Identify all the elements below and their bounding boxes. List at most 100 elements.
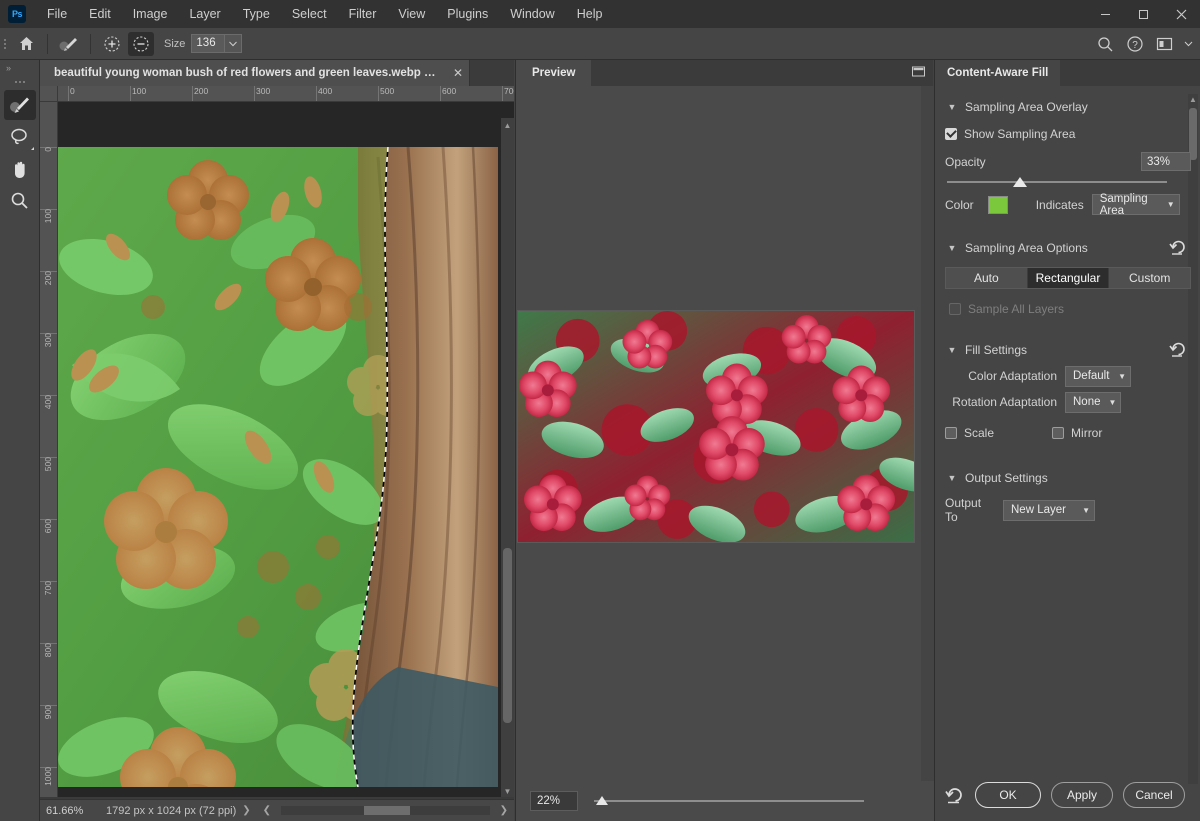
ruler-tick: 300 — [254, 86, 270, 101]
scrollbar-thumb[interactable] — [364, 806, 411, 815]
maximize-icon[interactable] — [1124, 0, 1162, 28]
sampling-mode-custom[interactable]: Custom — [1109, 268, 1191, 288]
opacity-slider[interactable] — [947, 175, 1167, 189]
chevron-down-icon[interactable]: ▼ — [945, 473, 959, 483]
vertical-ruler[interactable]: 0 100 200 300 400 500 600 700 800 900 1000 — [40, 102, 58, 797]
close-icon[interactable]: ✕ — [453, 67, 463, 79]
search-icon[interactable] — [1090, 28, 1120, 60]
workspace-switcher-icon[interactable] — [1150, 28, 1180, 60]
sampling-mode-rectangular[interactable]: Rectangular — [1027, 268, 1110, 288]
section-sampling-area-options[interactable]: ▼ Sampling Area Options — [945, 235, 1191, 261]
brush-size-dropdown-icon[interactable] — [225, 34, 243, 53]
apply-button[interactable]: Apply — [1051, 782, 1113, 808]
cancel-button[interactable]: Cancel — [1123, 782, 1185, 808]
preview-zoom-slider[interactable] — [594, 794, 864, 808]
reset-icon[interactable] — [1169, 341, 1187, 360]
subtract-from-selection-icon[interactable] — [128, 31, 154, 56]
show-sampling-area-row[interactable]: Show Sampling Area — [945, 122, 1191, 146]
menu-file[interactable]: File — [36, 0, 78, 28]
reset-icon[interactable] — [1169, 239, 1187, 258]
options-bar-grip[interactable] — [0, 28, 10, 60]
reset-icon[interactable] — [945, 786, 965, 804]
ruler-tick: 200 — [40, 271, 57, 287]
menu-edit[interactable]: Edit — [78, 0, 122, 28]
hand-tool[interactable] — [4, 154, 36, 184]
sampling-mode-auto[interactable]: Auto — [946, 268, 1028, 288]
zoom-level[interactable]: 61.66% — [40, 805, 102, 817]
ruler-tick: 0 — [68, 86, 75, 101]
slider-knob[interactable] — [596, 796, 608, 805]
chevron-down-icon[interactable]: ▼ — [945, 345, 959, 355]
menu-bar: File Edit Image Layer Type Select Filter… — [36, 0, 613, 28]
scroll-left-icon[interactable]: ❮ — [257, 805, 277, 816]
brush-preset-icon[interactable] — [53, 28, 85, 60]
document-tab[interactable]: beautiful young woman bush of red flower… — [40, 60, 470, 86]
scroll-up-icon[interactable]: ▲ — [501, 118, 514, 132]
menu-type[interactable]: Type — [232, 0, 281, 28]
close-icon[interactable] — [1162, 0, 1200, 28]
overlay-color-swatch[interactable] — [987, 195, 1008, 214]
menu-help[interactable]: Help — [566, 0, 614, 28]
ruler-tick: 0 — [40, 147, 57, 154]
home-icon[interactable] — [10, 28, 42, 60]
ok-button[interactable]: OK — [975, 782, 1041, 808]
menu-layer[interactable]: Layer — [178, 0, 231, 28]
lasso-tool[interactable] — [4, 122, 36, 152]
mirror-checkbox[interactable] — [1052, 427, 1065, 439]
section-fill-settings[interactable]: ▼ Fill Settings — [945, 337, 1191, 363]
opacity-value-field[interactable]: 33% — [1141, 152, 1191, 171]
scroll-down-icon[interactable]: ▼ — [501, 784, 514, 797]
chevron-down-icon[interactable] — [1180, 28, 1196, 60]
horizontal-ruler[interactable]: 0 100 200 300 400 500 600 700 — [58, 86, 514, 102]
section-sampling-area-overlay[interactable]: ▼ Sampling Area Overlay — [945, 94, 1191, 120]
tab-preview[interactable]: Preview — [516, 60, 592, 86]
canvas-horizontal-scrollbar[interactable] — [281, 806, 490, 815]
scale-checkbox[interactable] — [945, 427, 957, 439]
zoom-tool[interactable] — [4, 186, 36, 216]
help-icon[interactable]: ? — [1120, 28, 1150, 60]
brush-tool[interactable] — [3, 90, 36, 120]
menu-select[interactable]: Select — [281, 0, 338, 28]
rotation-adaptation-select[interactable]: None ▼ — [1065, 391, 1121, 413]
sample-all-layers-checkbox — [949, 303, 961, 315]
slider-knob[interactable] — [1012, 177, 1027, 187]
show-sampling-area-checkbox[interactable] — [945, 128, 957, 140]
mirror-label: Mirror — [1071, 426, 1103, 440]
caf-footer: OK Apply Cancel — [935, 769, 1200, 821]
canvas-vertical-scrollbar[interactable]: ▲ ▼ — [501, 118, 514, 797]
menu-window[interactable]: Window — [499, 0, 565, 28]
menu-plugins[interactable]: Plugins — [436, 0, 499, 28]
scroll-right-icon[interactable]: ❯ — [494, 805, 514, 816]
indicates-value: Sampling Area — [1099, 192, 1148, 217]
menu-view[interactable]: View — [387, 0, 436, 28]
preview-vertical-scrollbar[interactable] — [921, 86, 934, 794]
ruler-tick: 500 — [378, 86, 394, 101]
scrollbar-thumb[interactable] — [503, 548, 512, 723]
photoshop-logo: Ps — [8, 5, 26, 23]
toolbar-grip[interactable] — [0, 76, 39, 88]
color-adaptation-select[interactable]: Default ▼ — [1065, 365, 1131, 387]
add-to-selection-icon[interactable] — [96, 28, 128, 60]
content-aware-fill-panel: Content-Aware Fill ▲ ▼ Sampling Area Ove… — [934, 60, 1200, 821]
ruler-tick: 1000 — [40, 767, 57, 788]
chevron-down-icon[interactable]: ▼ — [945, 102, 959, 112]
slider-track — [947, 181, 1167, 183]
ruler-tick: 400 — [316, 86, 332, 101]
brush-size-input[interactable]: 136 — [191, 34, 226, 53]
toolbar-collapse-icon[interactable]: » — [0, 60, 39, 76]
rotation-adaptation-label: Rotation Adaptation — [952, 395, 1057, 409]
output-to-select[interactable]: New Layer ▼ — [1003, 499, 1095, 521]
menu-image[interactable]: Image — [122, 0, 179, 28]
rotation-adaptation-value: None — [1073, 396, 1101, 408]
panel-menu-icon[interactable] — [911, 65, 925, 79]
canvas[interactable]: ▲ ▼ — [58, 102, 514, 797]
status-expand-icon[interactable]: ❯ — [236, 805, 256, 816]
minimize-icon[interactable] — [1086, 0, 1124, 28]
menu-filter[interactable]: Filter — [338, 0, 388, 28]
chevron-down-icon[interactable]: ▼ — [945, 243, 959, 253]
section-output-settings[interactable]: ▼ Output Settings — [945, 465, 1191, 491]
tab-content-aware-fill[interactable]: Content-Aware Fill — [935, 60, 1061, 86]
indicates-select[interactable]: Sampling Area ▼ — [1091, 192, 1180, 217]
preview-zoom-value[interactable]: 22% — [530, 791, 578, 811]
document-area: beautiful young woman bush of red flower… — [40, 60, 514, 821]
